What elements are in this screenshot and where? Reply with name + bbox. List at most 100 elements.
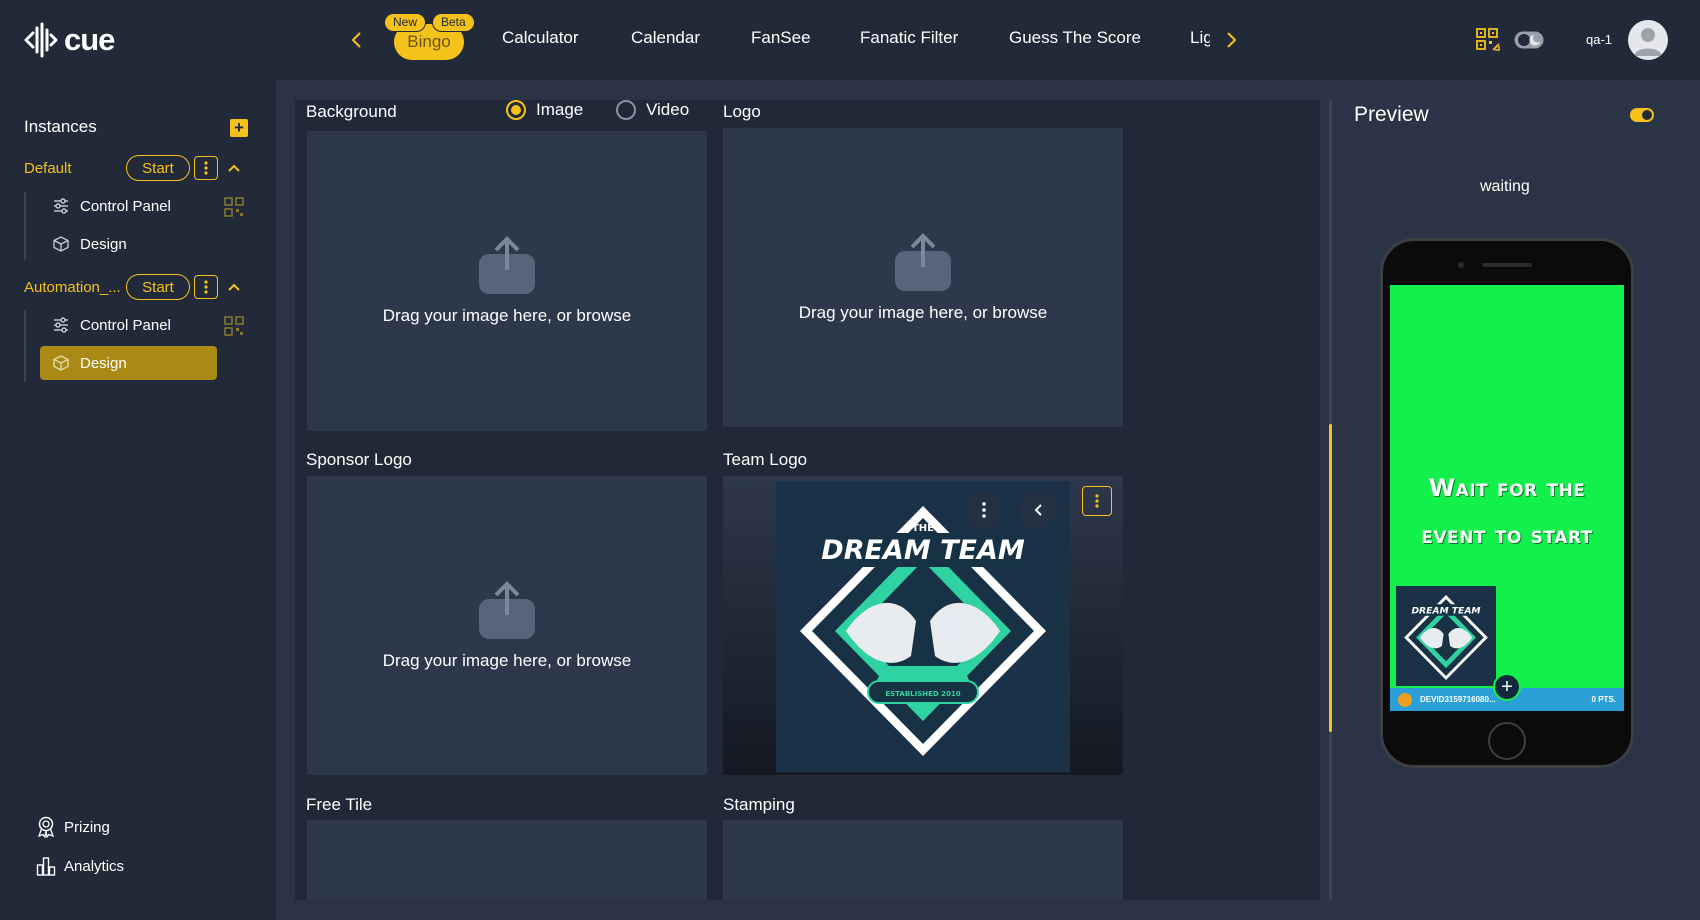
wait-line-2: event to start bbox=[1421, 521, 1593, 549]
instance-name-automation[interactable]: Automation_... bbox=[24, 279, 121, 296]
sidebar-item-label: Control Panel bbox=[80, 197, 171, 215]
tab-calculator[interactable]: Calculator bbox=[502, 28, 579, 52]
dropzone-text: Drag your image here, or browse bbox=[382, 650, 632, 670]
cube-icon bbox=[53, 236, 69, 252]
radio-image[interactable]: Image bbox=[506, 100, 583, 120]
add-instance-button[interactable]: + bbox=[230, 119, 248, 137]
logo-dropzone[interactable]: Drag your image here, or browse bbox=[723, 128, 1123, 427]
instances-title: Instances bbox=[24, 117, 97, 136]
beta-tag: Beta bbox=[432, 13, 475, 32]
instance-menu-button-default[interactable] bbox=[194, 156, 218, 180]
start-button-default[interactable]: Start bbox=[126, 155, 190, 181]
phone-speaker bbox=[1482, 263, 1532, 267]
new-tag: New bbox=[384, 13, 427, 32]
stamping-dropzone[interactable] bbox=[723, 820, 1123, 900]
logo-text-dream-team: DREAM TEAM bbox=[821, 535, 1025, 566]
sliders-icon bbox=[54, 317, 68, 333]
qr-code-icon[interactable] bbox=[224, 316, 244, 336]
tree-line bbox=[24, 192, 26, 260]
tab-fanatic-filter[interactable]: Fanatic Filter bbox=[860, 28, 958, 52]
radio-label: Image bbox=[536, 100, 584, 119]
radio-indicator bbox=[616, 100, 636, 120]
tab-calendar[interactable]: Calendar bbox=[631, 28, 700, 52]
preview-toggle[interactable] bbox=[1630, 108, 1654, 122]
theme-toggle-icon[interactable] bbox=[1514, 30, 1544, 50]
sidebar-item-analytics[interactable]: Analytics bbox=[36, 856, 124, 876]
sidebar-item-label: Design bbox=[80, 354, 127, 372]
sliders-icon bbox=[54, 198, 68, 214]
plus-icon: + bbox=[234, 118, 244, 137]
qr-code-icon[interactable] bbox=[1476, 28, 1500, 52]
cube-icon bbox=[53, 355, 69, 371]
logo-label: Logo bbox=[723, 102, 761, 121]
logo-text-the: THE bbox=[912, 523, 934, 534]
kebab-icon bbox=[1095, 494, 1099, 508]
logo-text-established: ESTABLISHED 2010 bbox=[885, 690, 960, 698]
image-prev-button[interactable] bbox=[1019, 491, 1057, 529]
dropzone-text: Drag your image here, or browse bbox=[798, 302, 1048, 322]
free-tile-dropzone[interactable] bbox=[307, 820, 707, 900]
team-logo-label: Team Logo bbox=[723, 450, 808, 469]
instance-name-default[interactable]: Default bbox=[24, 160, 72, 177]
sponsor-logo-dropzone[interactable]: Drag your image here, or browse bbox=[307, 476, 707, 775]
dream-team-logo-icon: DREAM TEAM bbox=[1396, 586, 1496, 686]
phone-home-button bbox=[1488, 722, 1526, 760]
radio-video[interactable]: Video bbox=[616, 100, 689, 120]
logo-text-dream-team: DREAM TEAM bbox=[1411, 606, 1480, 617]
sidebar-item-control-panel-automation[interactable]: Control Panel bbox=[40, 308, 218, 342]
top-header bbox=[0, 0, 1700, 80]
preview-title: Preview bbox=[1354, 103, 1429, 126]
tabs-scroll-left-button[interactable] bbox=[342, 26, 370, 54]
chevron-up-icon[interactable] bbox=[224, 158, 244, 178]
tabs-scroll-right-button[interactable] bbox=[1218, 26, 1246, 54]
brand-name: cue bbox=[64, 22, 115, 57]
sidebar-item-design-default[interactable]: Design bbox=[40, 227, 218, 261]
preview-wait-message: Wait for the event to start bbox=[1390, 465, 1624, 559]
cue-logo-icon bbox=[24, 22, 58, 58]
kebab-icon bbox=[982, 502, 986, 518]
background-dropzone[interactable]: Drag your image here, or browse bbox=[307, 131, 707, 431]
sidebar-item-label: Prizing bbox=[64, 818, 110, 836]
team-logo-menu-button[interactable] bbox=[1082, 486, 1112, 516]
chevron-right-icon bbox=[1227, 32, 1237, 48]
scrollbar-thumb[interactable] bbox=[1329, 424, 1332, 732]
sidebar-item-control-panel-default[interactable]: Control Panel bbox=[40, 189, 218, 223]
sidebar-item-label: Control Panel bbox=[80, 316, 171, 334]
preview-team-logo: DREAM TEAM bbox=[1396, 586, 1496, 686]
radio-label: Video bbox=[646, 100, 690, 119]
chevron-up-icon[interactable] bbox=[224, 277, 244, 297]
preview-plus-button[interactable]: + bbox=[1493, 673, 1521, 701]
sidebar-item-prizing[interactable]: Prizing bbox=[36, 816, 110, 838]
tab-lig[interactable]: Lig bbox=[1190, 28, 1210, 52]
sidebar-item-design-automation[interactable]: Design bbox=[40, 346, 217, 380]
upload-icon bbox=[479, 236, 535, 294]
start-button-automation[interactable]: Start bbox=[126, 274, 190, 300]
upload-icon bbox=[479, 580, 535, 639]
user-name[interactable]: qa-1 bbox=[1586, 32, 1612, 47]
user-avatar-icon[interactable] bbox=[1628, 20, 1668, 60]
upload-icon bbox=[895, 232, 951, 291]
background-label: Background bbox=[306, 102, 397, 121]
wait-line-1: Wait for the bbox=[1428, 474, 1586, 502]
radio-indicator bbox=[506, 100, 526, 120]
award-icon bbox=[37, 816, 55, 838]
free-tile-label: Free Tile bbox=[306, 795, 373, 814]
tab-fansee[interactable]: FanSee bbox=[751, 28, 811, 52]
tree-line bbox=[24, 310, 26, 382]
kebab-icon bbox=[204, 280, 208, 294]
dropzone-text: Drag your image here, or browse bbox=[382, 306, 632, 325]
instance-menu-button-automation[interactable] bbox=[194, 275, 218, 299]
chevron-left-icon bbox=[351, 32, 361, 48]
brand-logo[interactable]: cue bbox=[24, 20, 115, 60]
tab-guess-the-score[interactable]: Guess The Score bbox=[1009, 28, 1141, 52]
player-points: 0 PTS. bbox=[1591, 695, 1616, 704]
person-icon bbox=[1634, 28, 1662, 56]
qr-code-icon[interactable] bbox=[224, 197, 244, 217]
chevron-left-icon bbox=[1034, 504, 1042, 516]
sponsor-logo-label: Sponsor Logo bbox=[306, 450, 412, 469]
preview-status: waiting bbox=[1480, 178, 1530, 195]
plus-icon: + bbox=[1501, 676, 1513, 698]
image-options-button[interactable] bbox=[965, 491, 1003, 529]
player-id: DEVID3159716080... bbox=[1420, 695, 1496, 704]
stamping-label: Stamping bbox=[723, 795, 795, 814]
